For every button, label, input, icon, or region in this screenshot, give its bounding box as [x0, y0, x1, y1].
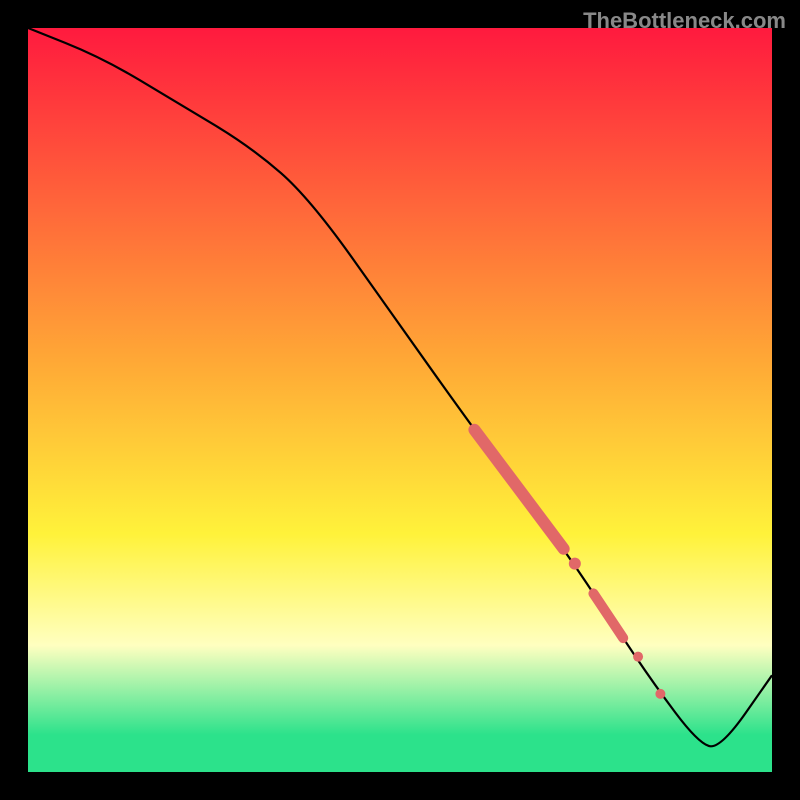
- watermark-text: TheBottleneck.com: [583, 8, 786, 34]
- highlight-dot: [569, 558, 581, 570]
- chart-svg: [28, 28, 772, 772]
- gradient-background: [28, 28, 772, 772]
- highlight-dot: [633, 652, 643, 662]
- chart-area: [28, 28, 772, 772]
- highlight-dot: [655, 689, 665, 699]
